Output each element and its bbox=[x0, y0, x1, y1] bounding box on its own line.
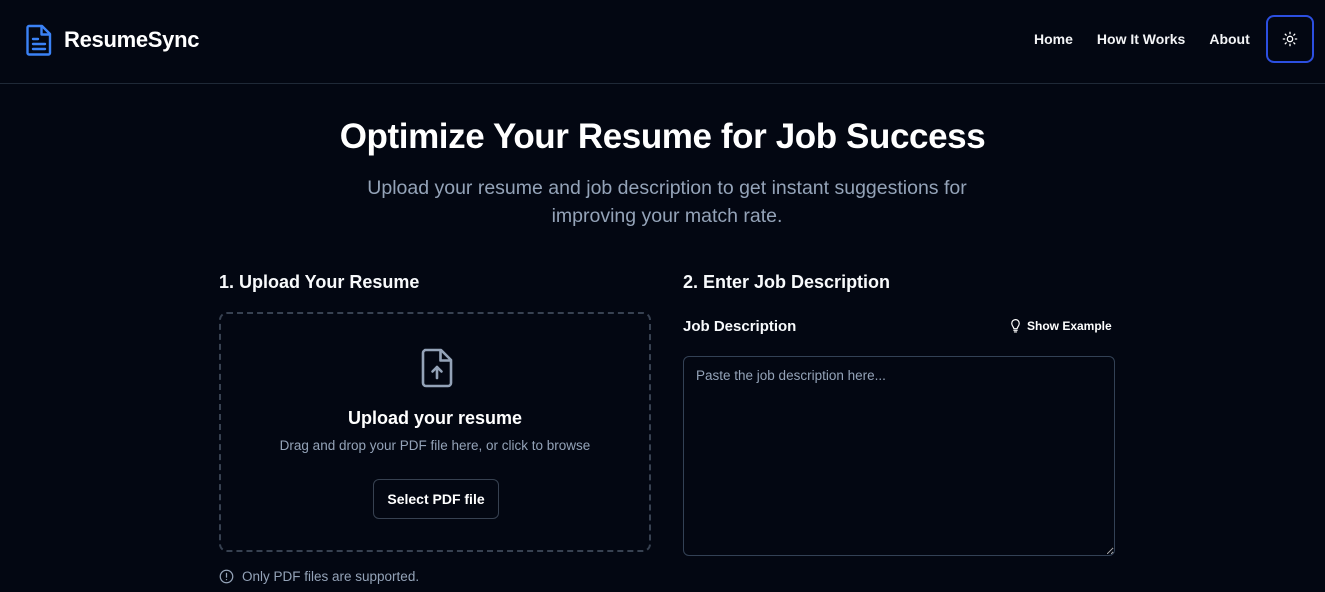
pdf-support-note-text: Only PDF files are supported. bbox=[242, 569, 420, 584]
document-icon bbox=[26, 24, 52, 56]
show-example-label: Show Example bbox=[1027, 318, 1112, 333]
resume-dropzone[interactable]: Upload your resume Drag and drop your PD… bbox=[219, 312, 651, 552]
upload-heading: Upload your resume bbox=[347, 408, 523, 428]
lightbulb-icon bbox=[1011, 319, 1020, 333]
brand-name: ResumeSync bbox=[64, 27, 200, 52]
file-upload-icon bbox=[421, 348, 453, 388]
nav-link-home[interactable]: Home bbox=[1034, 31, 1073, 47]
job-description-label: Job Description bbox=[683, 318, 797, 335]
info-circle-icon bbox=[219, 569, 234, 584]
sun-icon bbox=[1282, 31, 1298, 47]
nav-link-about[interactable]: About bbox=[1209, 31, 1249, 47]
page-title: Optimize Your Resume for Job Success bbox=[339, 117, 986, 156]
job-description-input[interactable] bbox=[683, 356, 1115, 556]
page-subtitle: Upload your resume and job description t… bbox=[367, 177, 967, 227]
nav-links: Home How It Works About bbox=[1034, 31, 1274, 47]
show-example-button[interactable]: Show Example bbox=[1009, 318, 1112, 333]
job-section-title: 2. Enter Job Description bbox=[683, 272, 891, 292]
pdf-support-note: Only PDF files are supported. bbox=[219, 569, 419, 584]
nav-link-how-it-works[interactable]: How It Works bbox=[1097, 31, 1185, 47]
brand[interactable]: ResumeSync bbox=[26, 24, 199, 56]
upload-section-title: 1. Upload Your Resume bbox=[219, 272, 420, 292]
top-navbar: ResumeSync Home How It Works About bbox=[0, 0, 1325, 84]
theme-toggle-button[interactable] bbox=[1266, 15, 1314, 63]
select-pdf-button[interactable]: Select PDF file bbox=[373, 479, 499, 519]
upload-hint: Drag and drop your PDF file here, or cli… bbox=[279, 438, 591, 453]
